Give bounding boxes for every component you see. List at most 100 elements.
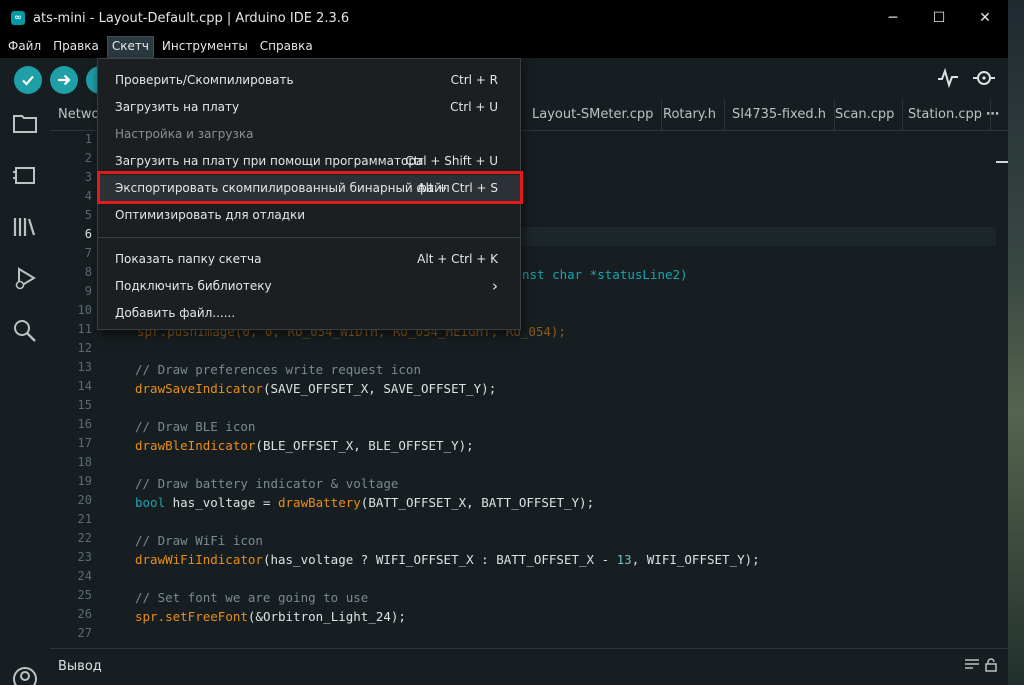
code-token: 13 [616,552,632,567]
code-token: has_voltage = [165,495,278,510]
clear-output-icon[interactable] [964,658,980,672]
code-line: nst char *statusLine2) [522,265,688,284]
menu-item-add-file[interactable]: Добавить файл...... [98,300,520,327]
menu-edit[interactable]: Правка [49,36,103,58]
line-number: 2 [84,151,92,165]
line-number: 22 [77,531,92,545]
line-number: 20 [77,493,92,507]
menu-item-configure-upload: Настройка и загрузка [98,121,520,148]
line-number: 23 [77,550,92,564]
menu-item-label: Настройка и загрузка [115,127,254,141]
code-token: (BLE_OFFSET_X, BLE_OFFSET_Y); [255,438,474,453]
line-number: 7 [84,246,92,260]
menu-file[interactable]: Файл [4,36,45,58]
menu-bar: Файл Правка Скетч Инструменты Справка [0,36,1008,58]
minimize-button[interactable]: ─ [870,0,916,36]
line-number: 15 [77,398,92,412]
menu-item-verify-compile[interactable]: Проверить/Скомпилировать Ctrl + R [98,67,520,94]
editor-scrollbar[interactable] [996,131,1008,649]
code-line: drawSaveIndicator(SAVE_OFFSET_X, SAVE_OF… [135,379,496,398]
user-icon [13,667,37,685]
line-number: 17 [77,436,92,450]
search-button[interactable] [12,318,38,344]
lock-icon[interactable] [984,658,998,672]
menu-item-shortcut: Alt + Ctrl + K [417,252,498,266]
menu-separator [98,237,520,238]
account-button[interactable] [12,666,38,685]
menu-item-optimize-for-debugging[interactable]: Оптимизировать для отладки [98,202,520,229]
code-token: drawSaveIndicator [135,381,263,396]
title-bar: ∞ ats-mini - Layout-Default.cpp | Arduin… [0,0,1008,36]
tab-network[interactable]: Netwo [50,100,99,130]
line-number-current: 6 [84,227,92,241]
line-number: 16 [77,417,92,431]
line-number: 13 [77,360,92,374]
code-token: nst char *statusLine2) [522,267,688,282]
code-token: drawWiFiIndicator [135,552,263,567]
check-icon [22,75,34,86]
menu-item-show-sketch-folder[interactable]: Показать папку скетча Alt + Ctrl + K [98,246,520,273]
verify-button[interactable] [14,66,42,94]
output-panel: Вывод [50,648,1008,685]
menu-item-label: Оптимизировать для отладки [115,208,306,222]
menu-item-upload[interactable]: Загрузить на плату Ctrl + U [98,94,520,121]
code-line: bool has_voltage = drawBattery(BATT_OFFS… [135,493,594,512]
line-number: 21 [77,512,92,526]
menu-item-label: Показать папку скетча [115,252,262,266]
tab-layout-smeter[interactable]: Layout-SMeter.cpp [524,100,663,130]
debug-panel-button[interactable] [12,266,38,292]
menu-sketch[interactable]: Скетч [106,36,154,58]
menu-tools[interactable]: Инструменты [158,36,252,58]
code-comment: // Draw preferences write request icon [135,362,421,377]
arduino-ide-window: ∞ ats-mini - Layout-Default.cpp | Arduin… [0,0,1008,685]
maximize-button[interactable]: ☐ [916,0,962,36]
code-token: drawBleIndicator [135,438,256,453]
menu-help[interactable]: Справка [256,36,317,58]
menu-item-shortcut: Ctrl + R [450,73,498,87]
code-line: spr.setFreeFont(&Orbitron_Light_24); [135,607,406,626]
tab-rotary[interactable]: Rotary.h [655,100,726,130]
tabs-more-button[interactable]: ⋯ [978,100,1007,130]
line-number: 27 [77,626,92,640]
folder-icon [13,115,37,133]
code-token: bool [135,495,166,510]
arduino-logo-icon: ∞ [11,11,25,25]
left-sidebar [0,100,50,685]
boards-manager-button[interactable] [12,162,38,188]
serial-plotter-button[interactable] [937,67,959,93]
scrollbar-thumb[interactable] [996,161,1008,163]
code-token: (BATT_OFFSET_X, BATT_OFFSET_Y); [360,495,595,510]
menu-item-label: Добавить файл...... [115,306,236,320]
chevron-right-icon: › [492,277,498,295]
sketchbook-button[interactable] [12,110,38,136]
code-comment: // Draw battery indicator & voltage [135,476,399,491]
search-icon [14,320,36,342]
window-title: ats-mini - Layout-Default.cpp | Arduino … [33,10,350,26]
output-actions [964,658,998,676]
code-comment: // Set font we are going to use [135,590,369,605]
library-icon [13,218,36,236]
tab-scan[interactable]: Scan.cpp [827,100,904,130]
line-number: 24 [77,569,92,583]
line-number: 12 [77,341,92,355]
code-line: drawBleIndicator(BLE_OFFSET_X, BLE_OFFSE… [135,436,474,455]
upload-button[interactable] [50,66,78,94]
line-number: 18 [77,455,92,469]
line-number: 4 [84,189,92,203]
code-token: (has_voltage ? WIFI_OFFSET_X : BATT_OFFS… [262,552,617,567]
code-token: spr. [135,609,166,624]
close-button[interactable]: ✕ [962,0,1008,36]
board-icon [13,167,35,184]
red-highlight-annotation [97,171,523,204]
menu-item-include-library[interactable]: Подключить библиотеку › [98,273,520,300]
menu-item-label: Проверить/Скомпилировать [115,73,294,87]
serial-monitor-button[interactable] [972,68,996,93]
menu-item-label: Подключить библиотеку [115,279,272,293]
menu-item-label: Загрузить на плату [115,100,240,114]
line-number: 19 [77,474,92,488]
line-number: 11 [77,322,92,336]
tab-si4735-fixed[interactable]: SI4735-fixed.h [724,100,835,130]
window-controls: ─ ☐ ✕ [870,0,1008,36]
line-number: 14 [77,379,92,393]
library-manager-button[interactable] [12,214,38,240]
